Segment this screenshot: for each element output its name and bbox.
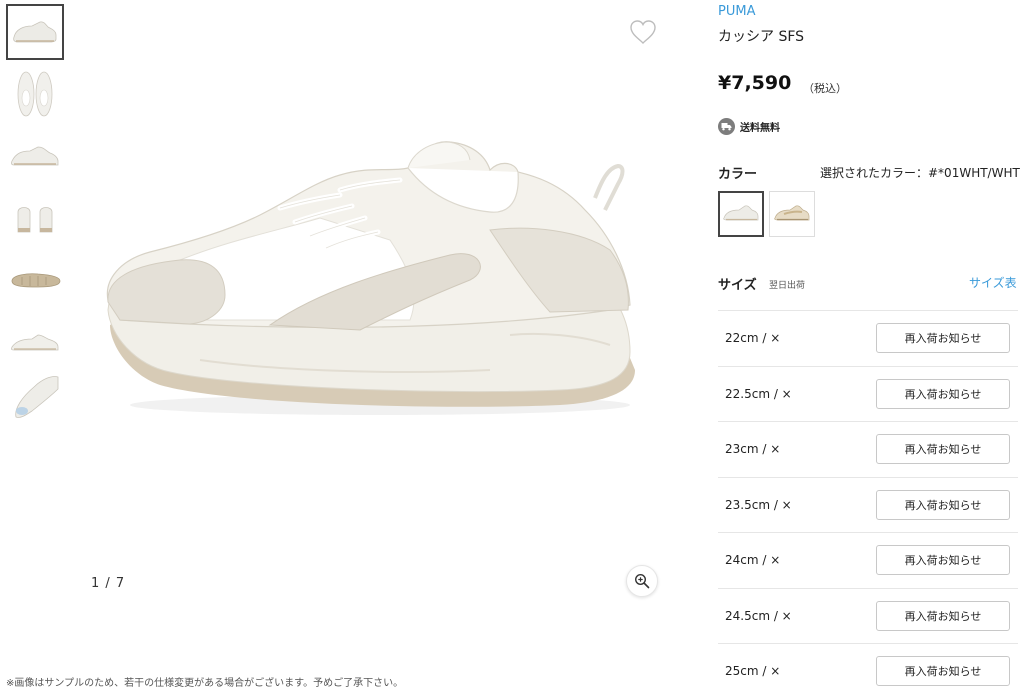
size-option: 24.5cm / ×	[725, 608, 792, 623]
sneaker-image-icon	[106, 141, 635, 415]
shoe-beige-swatch-icon	[774, 205, 810, 221]
product-page: 1 / 7 ※画像はサンプルのため、若干の仕様変更がある場合がございます。予めご…	[0, 0, 1024, 687]
size-option: 24cm / ×	[725, 553, 781, 567]
shoe-angle-thumbnail-icon	[11, 146, 59, 166]
zoom-in-icon	[634, 573, 650, 589]
brand-link[interactable]: PUMA	[718, 4, 755, 19]
size-row: 24cm / × 再入荷お知らせ	[718, 532, 1018, 588]
product-name: カッシア SFS	[718, 29, 805, 45]
restock-notify-button[interactable]: 再入荷お知らせ	[876, 545, 1010, 575]
shoe-front-thumbnail-icon	[15, 376, 59, 418]
shoe-side-alt-thumbnail-icon	[11, 334, 59, 351]
size-chart-link[interactable]: サイズ表	[969, 274, 1017, 291]
restock-notify-button[interactable]: 再入荷お知らせ	[876, 434, 1010, 464]
favorite-button[interactable]	[628, 18, 658, 46]
size-label: サイズ	[718, 278, 757, 293]
size-option: 23cm / ×	[725, 442, 781, 456]
image-disclaimer: ※画像はサンプルのため、若干の仕様変更がある場合がございます。予めご了承下さい。	[6, 678, 404, 687]
shoe-white-swatch-icon	[723, 205, 759, 221]
size-list: 22cm / × 再入荷お知らせ 22.5cm / × 再入荷お知らせ 23cm…	[718, 310, 1018, 687]
size-row: 24.5cm / × 再入荷お知らせ	[718, 587, 1018, 644]
size-option: 22cm / ×	[725, 331, 781, 345]
image-counter: 1 / 7	[91, 576, 126, 591]
size-row: 22cm / × 再入荷お知らせ	[718, 310, 1018, 366]
tax-note: （税込）	[803, 82, 847, 95]
thumbnail-5[interactable]	[6, 252, 64, 308]
zoom-button[interactable]	[626, 565, 658, 597]
color-swatch-beige[interactable]	[769, 191, 815, 237]
shoe-back-thumbnail-icon	[17, 207, 53, 233]
restock-notify-button[interactable]: 再入荷お知らせ	[876, 489, 1010, 520]
restock-notify-button[interactable]: 再入荷お知らせ	[876, 656, 1010, 686]
shoe-sole-thumbnail-icon	[11, 273, 61, 288]
thumbnail-3[interactable]	[6, 128, 64, 184]
thumbnail-4[interactable]	[6, 190, 64, 246]
selected-color-text: 選択されたカラー：#*01WHT/WHT	[820, 166, 1020, 180]
product-price: ¥7,590	[718, 72, 792, 94]
color-label: カラー	[718, 167, 758, 182]
size-option: 23.5cm / ×	[725, 497, 792, 512]
size-row: 25cm / × 再入荷お知らせ	[718, 643, 1018, 687]
shoe-top-thumbnail-icon	[17, 71, 53, 117]
size-row: 23cm / × 再入荷お知らせ	[718, 421, 1018, 477]
thumbnail-1[interactable]	[6, 4, 64, 60]
size-shipping-note: 翌日出荷	[769, 281, 806, 291]
color-swatch-white[interactable]	[718, 191, 764, 237]
restock-notify-button[interactable]: 再入荷お知らせ	[876, 600, 1010, 631]
restock-notify-button[interactable]: 再入荷お知らせ	[876, 378, 1010, 409]
size-row: 22.5cm / × 再入荷お知らせ	[718, 365, 1018, 422]
size-option: 22.5cm / ×	[725, 386, 792, 401]
thumbnail-2[interactable]	[6, 66, 64, 122]
shoe-side-thumbnail-icon	[13, 21, 57, 43]
heart-icon	[630, 20, 656, 44]
size-option: 25cm / ×	[725, 664, 781, 678]
restock-notify-button[interactable]: 再入荷お知らせ	[876, 323, 1010, 353]
free-shipping-badge: 送料無料	[718, 118, 780, 135]
thumbnail-7[interactable]	[6, 368, 64, 424]
size-row: 23.5cm / × 再入荷お知らせ	[718, 476, 1018, 533]
shipping-label: 送料無料	[740, 123, 780, 134]
thumbnail-6[interactable]	[6, 314, 64, 370]
truck-icon	[718, 118, 735, 135]
main-product-image[interactable]	[90, 120, 650, 430]
